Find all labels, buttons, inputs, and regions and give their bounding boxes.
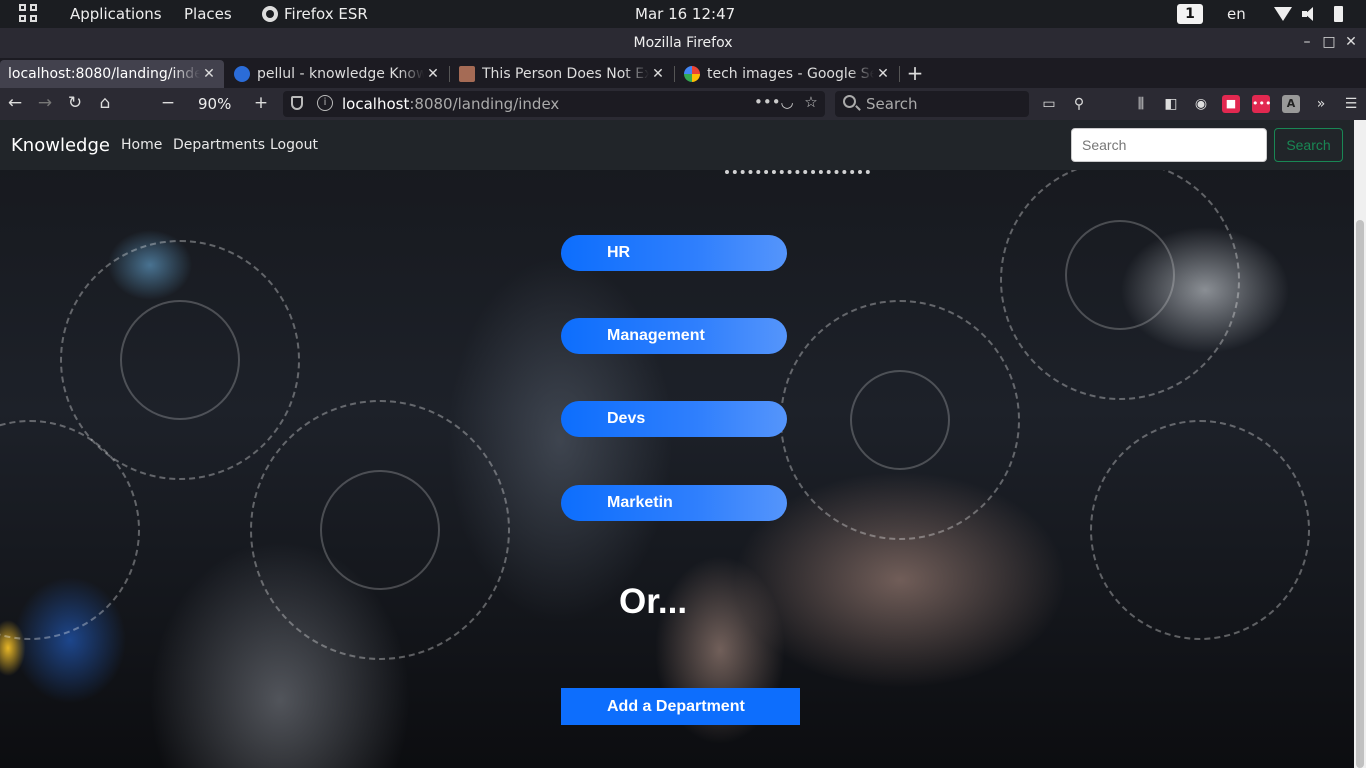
department-hr-button[interactable]: HR bbox=[561, 235, 787, 271]
nav-departments-link[interactable]: Departments bbox=[173, 137, 265, 153]
site-search-button[interactable]: Search bbox=[1274, 128, 1343, 162]
page-actions-button[interactable]: ••• bbox=[754, 93, 781, 111]
brand-logo[interactable]: Knowledge bbox=[11, 135, 110, 156]
tab-localhost[interactable]: localhost:8080/landing/index ✕ bbox=[0, 60, 224, 88]
firefox-icon bbox=[262, 6, 278, 22]
department-devs-button[interactable]: Devs bbox=[561, 401, 787, 437]
tab-close-icon[interactable]: ✕ bbox=[424, 66, 442, 82]
clock[interactable]: Mar 16 12:47 bbox=[635, 5, 735, 23]
applications-menu[interactable]: Applications bbox=[70, 5, 162, 23]
tab-close-icon[interactable]: ✕ bbox=[649, 66, 667, 82]
places-menu[interactable]: Places bbox=[184, 5, 232, 23]
tab-this-person[interactable]: This Person Does Not Exist ✕ bbox=[451, 60, 673, 88]
url-text[interactable]: localhost:8080/landing/index bbox=[342, 95, 559, 113]
department-marketin-button[interactable]: Marketin bbox=[561, 485, 787, 521]
nav-logout-link[interactable]: Logout bbox=[270, 137, 318, 153]
add-department-button[interactable]: Add a Department bbox=[561, 688, 800, 725]
scrollbar-thumb[interactable] bbox=[1356, 220, 1364, 768]
gear-graphic bbox=[320, 470, 440, 590]
nav-home-link[interactable]: Home bbox=[121, 137, 162, 153]
site-search-input[interactable] bbox=[1071, 128, 1267, 162]
browser-search-placeholder: Search bbox=[866, 95, 918, 113]
gear-graphic bbox=[850, 370, 950, 470]
gear-graphic bbox=[1065, 220, 1175, 330]
site-navbar: Knowledge Home Departments Logout Search bbox=[0, 120, 1354, 170]
tab-title: localhost:8080/landing/index bbox=[8, 66, 200, 82]
back-button[interactable]: ← bbox=[5, 93, 25, 113]
url-bar[interactable]: i localhost:8080/landing/index ••• ◡ ☆ bbox=[283, 91, 825, 117]
window-titlebar: Mozilla Firefox – □ ✕ bbox=[0, 28, 1366, 58]
zoom-level[interactable]: 90% bbox=[198, 95, 231, 113]
account-icon[interactable]: ◉ bbox=[1192, 95, 1210, 113]
workspace-indicator[interactable]: 1 bbox=[1177, 4, 1203, 24]
gear-graphic bbox=[120, 300, 240, 420]
tab-close-icon[interactable]: ✕ bbox=[200, 66, 218, 82]
app-grid-icon[interactable] bbox=[19, 4, 39, 24]
keyboard-language[interactable]: en bbox=[1227, 5, 1246, 23]
tab-separator bbox=[449, 66, 450, 82]
battery-icon[interactable] bbox=[1334, 6, 1343, 22]
volume-icon[interactable] bbox=[1302, 7, 1318, 21]
library-icon[interactable]: ⫼ bbox=[1132, 95, 1150, 113]
url-path: :8080/landing/index bbox=[409, 95, 560, 113]
tab-title: pellul - knowledge Knowledge bbox=[257, 66, 424, 82]
tech-background-image bbox=[0, 120, 1366, 768]
navigation-toolbar: ← → ↻ ⌂ − 90% + i localhost:8080/landing… bbox=[0, 88, 1366, 120]
search-icon bbox=[843, 95, 856, 108]
tab-separator bbox=[674, 66, 675, 82]
url-host: localhost bbox=[342, 95, 410, 113]
gear-graphic bbox=[1090, 420, 1310, 640]
minimize-button[interactable]: – bbox=[1299, 34, 1315, 50]
tab-google[interactable]: tech images - Google Search ✕ bbox=[676, 60, 898, 88]
browser-search-bar[interactable]: Search bbox=[835, 91, 1029, 117]
department-management-button[interactable]: Management bbox=[561, 318, 787, 354]
extension-icon[interactable]: A bbox=[1282, 95, 1300, 113]
loading-favicon-icon bbox=[234, 66, 250, 82]
extension-dots-icon[interactable]: ••• bbox=[1252, 95, 1271, 113]
sidebar-icon[interactable]: ◧ bbox=[1162, 95, 1180, 113]
overflow-menu-icon[interactable]: » bbox=[1312, 95, 1330, 113]
forward-button[interactable]: → bbox=[35, 93, 55, 113]
decorative-dots bbox=[725, 170, 870, 174]
home-button[interactable]: ⌂ bbox=[95, 93, 115, 113]
close-window-button[interactable]: ✕ bbox=[1343, 34, 1359, 50]
hamburger-menu-icon[interactable]: ☰ bbox=[1342, 95, 1360, 113]
active-app-label: Firefox ESR bbox=[284, 5, 368, 23]
or-heading: Or... bbox=[619, 582, 688, 621]
tracking-shield-icon[interactable] bbox=[291, 96, 303, 110]
extension-lock-icon[interactable]: ■ bbox=[1222, 95, 1240, 113]
tab-title: This Person Does Not Exist bbox=[482, 66, 649, 82]
page-viewport: Knowledge Home Departments Logout Search… bbox=[0, 120, 1366, 768]
bookmark-star-icon[interactable]: ☆ bbox=[802, 93, 820, 111]
system-top-bar: Applications Places Firefox ESR Mar 16 1… bbox=[0, 0, 1366, 28]
active-app-menu[interactable]: Firefox ESR bbox=[262, 5, 368, 23]
zoom-out-button[interactable]: − bbox=[158, 93, 178, 113]
zoom-in-button[interactable]: + bbox=[251, 93, 271, 113]
tab-separator bbox=[899, 66, 900, 82]
zoom-search-icon[interactable]: ⚲ bbox=[1070, 95, 1088, 113]
site-info-icon[interactable]: i bbox=[317, 95, 333, 111]
page-scrollbar[interactable] bbox=[1354, 120, 1366, 768]
screenshot-icon[interactable]: ▭ bbox=[1040, 95, 1058, 113]
tab-title: tech images - Google Search bbox=[707, 66, 874, 82]
pocket-icon[interactable]: ◡ bbox=[778, 93, 796, 111]
tab-strip: localhost:8080/landing/index ✕ pellul - … bbox=[0, 58, 1366, 88]
maximize-button[interactable]: □ bbox=[1321, 34, 1337, 50]
google-favicon-icon bbox=[684, 66, 700, 82]
reload-button[interactable]: ↻ bbox=[65, 93, 85, 113]
new-tab-button[interactable]: + bbox=[905, 61, 925, 85]
tab-close-icon[interactable]: ✕ bbox=[874, 66, 892, 82]
window-title: Mozilla Firefox bbox=[633, 35, 733, 51]
portrait-favicon-icon bbox=[459, 66, 475, 82]
wifi-icon[interactable] bbox=[1274, 7, 1292, 21]
tab-pellul[interactable]: pellul - knowledge Knowledge ✕ bbox=[226, 60, 448, 88]
